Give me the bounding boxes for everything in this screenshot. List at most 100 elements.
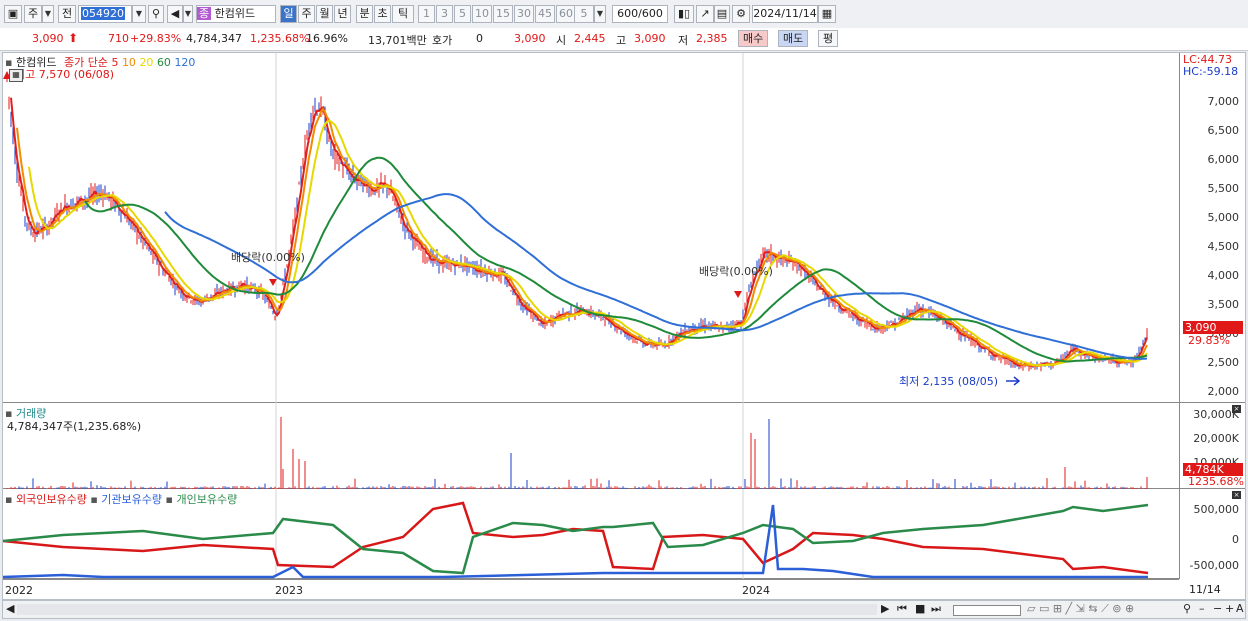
individual-holdings-line	[3, 503, 1149, 575]
price-y-tick: 2,000	[1207, 385, 1240, 398]
dividend-note-2: 배당락(0.00%)	[699, 265, 773, 278]
zoom-in-icon[interactable]: +	[1225, 602, 1234, 615]
hoga-label: 호가	[432, 34, 453, 47]
price-y-tick: 5,500	[1207, 182, 1240, 195]
stock-badge: 종	[197, 7, 212, 20]
high-price: 3,090	[634, 32, 666, 45]
x-label-2023: 2023	[275, 584, 303, 597]
holdings-y-tick: -500,000	[1189, 559, 1239, 572]
foreign-holdings-line	[3, 501, 1149, 575]
foreign-holdings-label: 외국인보유수량	[15, 493, 87, 506]
high-label: 고	[616, 34, 627, 47]
moving-average-line	[28, 119, 1148, 367]
minute-10-button[interactable]: 10	[472, 5, 492, 23]
moving-average-line	[10, 97, 1148, 368]
ma20-label: 20	[139, 56, 154, 69]
minute-5-button[interactable]: 5	[454, 5, 471, 23]
save-icon[interactable]: ▤	[714, 5, 730, 23]
minute-1-button[interactable]: 1	[418, 5, 435, 23]
scroll-left-icon[interactable]: ◀	[6, 602, 14, 615]
code-dropdown-icon[interactable]: ▼	[132, 5, 146, 23]
x-label-2024: 2024	[742, 584, 770, 597]
period-minute-button[interactable]: 분	[356, 5, 373, 23]
close-panel-icon[interactable]: ×	[1232, 491, 1241, 499]
minute-15-button[interactable]: 15	[493, 5, 513, 23]
minute-3-button[interactable]: 3	[436, 5, 453, 23]
date-input[interactable]: 2024/11/14	[752, 5, 818, 23]
period-type-select[interactable]: 주	[24, 5, 42, 23]
draw-tool-icon[interactable]: ↗	[696, 5, 714, 23]
price: 3,090	[32, 32, 64, 45]
individual-holdings-label: 개인보유수량	[176, 493, 238, 506]
x-axis: 2022 2023 2024	[3, 579, 1179, 599]
current-price-tag: 3,090	[1183, 321, 1243, 334]
volume-chart	[6, 403, 1148, 489]
period-day-button[interactable]: 일	[280, 5, 297, 23]
custom-minute-input[interactable]: 5	[574, 5, 594, 23]
dividend-marker-icon	[734, 291, 742, 298]
speaker-dropdown-icon[interactable]: ▼	[183, 5, 193, 23]
rewind-icon[interactable]: ⏮	[897, 602, 907, 616]
dividend-note-1: 배당락(0.00%)	[231, 251, 305, 264]
layout-icon[interactable]: ▣	[4, 5, 22, 23]
price-y-tick: 3,500	[1207, 298, 1240, 311]
hoga-value: 0	[476, 32, 483, 45]
minute-45-button[interactable]: 45	[535, 5, 555, 23]
volume: 4,784,347	[186, 32, 242, 45]
gear-icon[interactable]: ⚙	[732, 5, 750, 23]
period-week-button[interactable]: 주	[298, 5, 315, 23]
period-type-dropdown-icon[interactable]: ▼	[42, 5, 54, 23]
price-y-tick: 6,500	[1207, 124, 1240, 137]
current-pct-tag: 29.83%	[1188, 334, 1230, 347]
volume-y-tick: 20,000K	[1193, 432, 1239, 445]
price-y-tick: 6,000	[1207, 153, 1240, 166]
code-input[interactable]: 054920	[78, 5, 132, 23]
panel-bullet-icon: ▪	[90, 493, 98, 506]
sell-button[interactable]: 매도	[778, 30, 809, 47]
institution-holdings-line	[3, 504, 1148, 579]
low-price: 2,385	[696, 32, 728, 45]
hc-label: HC:-59.18	[1183, 65, 1239, 78]
turnover-pct: 16.96%	[306, 32, 348, 45]
volume-panel: ▪ 거래량 4,784,347주(1,235.68%)	[3, 403, 1179, 489]
scroll-bar: ◀ ▶ ⏮ ■ ⏭ ▱ ▭ ⊞ ╱ ⇲ ⇆ ⟋ ⊚ ⊕ ⚲ – − + A	[2, 600, 1246, 619]
zoom-slider[interactable]	[953, 605, 1021, 616]
moving-average-line	[164, 193, 1148, 360]
prev-button[interactable]: 전	[58, 5, 76, 23]
eval-button[interactable]: 평	[818, 30, 839, 47]
search-icon[interactable]: ⚲	[148, 5, 164, 23]
font-size-icon[interactable]: A	[1236, 602, 1244, 615]
stock-name-field[interactable]: 종 한컴위드	[196, 5, 276, 23]
holdings-legend: ▪ 외국인보유수량 ▪ 기관보유수량 ▪ 개인보유수량	[5, 491, 237, 507]
scroll-right-icon[interactable]: ▶	[881, 602, 889, 615]
holdings-axis: × 500,000 0 -500,000	[1179, 489, 1245, 579]
amount: 13,701백만	[368, 34, 427, 47]
candle-type-icon[interactable]: ▮▯	[674, 5, 694, 23]
zoom-minus-icon[interactable]: −	[1213, 602, 1222, 615]
panel-bullet-icon: ▪	[5, 493, 13, 506]
zoom-search-icon[interactable]: ⚲	[1183, 602, 1191, 615]
open-label: 시	[556, 34, 567, 47]
period-year-button[interactable]: 년	[334, 5, 351, 23]
buy-button[interactable]: 매수	[738, 30, 769, 47]
grid-icon[interactable]: ▦	[9, 69, 23, 82]
price-y-tick: 2,500	[1207, 356, 1240, 369]
calendar-icon[interactable]: ▦	[818, 5, 836, 23]
moving-average-line	[16, 107, 1148, 368]
open-price: 2,445	[574, 32, 606, 45]
price-panel: ▪ 한컴위드 종가 단순 5 10 20 60 120 최고 7,570 (06…	[3, 53, 1179, 403]
period-second-button[interactable]: 초	[374, 5, 391, 23]
period-tick-button[interactable]: 틱	[392, 5, 414, 23]
custom-minute-dropdown-icon[interactable]: ▼	[594, 5, 606, 23]
minute-60-button[interactable]: 60	[556, 5, 576, 23]
speaker-icon[interactable]: ◀	[167, 5, 183, 23]
stop-icon[interactable]: ■	[915, 602, 925, 615]
drawing-tools-icon[interactable]: ▱ ▭ ⊞ ╱ ⇲ ⇆ ⟋ ⊚ ⊕	[1027, 602, 1134, 616]
forward-icon[interactable]: ⏭	[931, 602, 941, 616]
chart-area: ▪ 한컴위드 종가 단순 5 10 20 60 120 최고 7,570 (06…	[2, 52, 1246, 600]
period-month-button[interactable]: 월	[316, 5, 333, 23]
count-input[interactable]: 600/600	[612, 5, 668, 23]
zoom-out-icon[interactable]: –	[1199, 602, 1205, 615]
minute-30-button[interactable]: 30	[514, 5, 534, 23]
scroll-track[interactable]	[17, 604, 877, 615]
